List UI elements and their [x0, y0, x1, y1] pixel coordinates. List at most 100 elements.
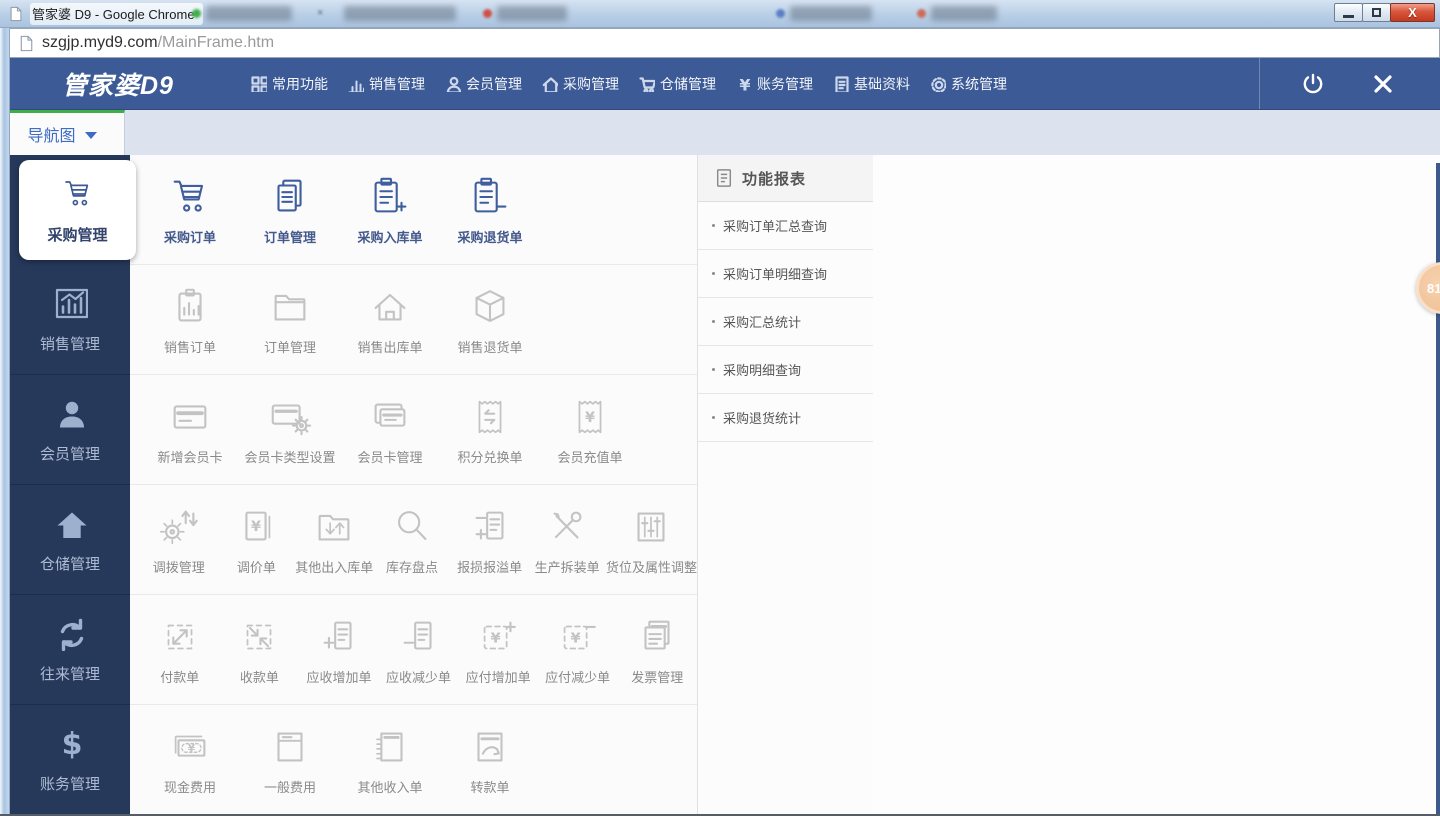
tile-window-box[interactable]: 一般费用 — [240, 724, 340, 796]
chart-icon — [52, 285, 88, 321]
tile-folder-arrows[interactable]: 其他出入库单 — [295, 504, 373, 576]
tile-box-arrow[interactable]: 转款单 — [440, 724, 540, 796]
cards-icon — [367, 394, 413, 440]
report-item[interactable]: 采购退货统计 — [698, 394, 873, 442]
maximize-icon — [1372, 8, 1381, 17]
tile-arrows-out[interactable]: 付款单 — [140, 614, 220, 686]
tile-card[interactable]: 新增会员卡 — [140, 394, 240, 466]
reports-panel: 功能报表 采购订单汇总查询采购订单明细查询采购汇总统计采购明细查询采购退货统计 — [697, 155, 873, 816]
tile-magnifier[interactable]: 库存盘点 — [373, 504, 451, 576]
sidebar-item-dollar[interactable]: $账务管理 — [10, 705, 130, 815]
background-tab — [497, 6, 567, 21]
nav-item-doc[interactable]: 基础资料 — [830, 68, 912, 100]
svg-text:¥: ¥ — [188, 743, 196, 755]
nav-item-home[interactable]: 采购管理 — [539, 68, 621, 100]
tile-receipt-yen[interactable]: ¥会员充值单 — [540, 394, 640, 466]
tile-docs[interactable]: 订单管理 — [240, 174, 340, 246]
background-tab — [931, 6, 997, 21]
tile-label: 订单管理 — [264, 337, 316, 356]
tile-yenbox-minus[interactable]: ¥应付减少单 — [538, 614, 618, 686]
tile-row-2: 销售订单订单管理 销售出库单销售退货单 — [130, 265, 697, 375]
tile-clipboard-plus[interactable]: 采购入库单 — [340, 174, 440, 246]
background-tab — [344, 6, 456, 21]
tile-cart[interactable]: 采购订单 — [140, 174, 240, 246]
tile-banknote[interactable]: ¥现金费用 — [140, 724, 240, 796]
tab-navigation-map[interactable]: 导航图 — [0, 110, 125, 155]
tile-house[interactable]: 销售出库单 — [340, 284, 440, 356]
yenbox-minus-icon: ¥ — [555, 614, 601, 660]
cube-icon — [467, 284, 513, 330]
tile-notebook[interactable]: 其他收入单 — [340, 724, 440, 796]
svg-text:¥: ¥ — [251, 518, 261, 534]
report-item[interactable]: 采购订单明细查询 — [698, 250, 873, 298]
header-actions — [1259, 58, 1440, 109]
maximize-button[interactable] — [1362, 3, 1391, 22]
doc-plus-icon — [316, 614, 362, 660]
nav-item-gear[interactable]: 系统管理 — [927, 68, 1009, 100]
report-item[interactable]: 采购明细查询 — [698, 346, 873, 394]
close-app-button[interactable] — [1370, 71, 1396, 97]
background-tab — [790, 6, 872, 21]
nav-item-yen[interactable]: ¥账务管理 — [733, 68, 815, 100]
tile-receipt-swap[interactable]: 积分兑换单 — [440, 394, 540, 466]
power-icon — [1301, 72, 1325, 96]
close-icon: X — [1408, 5, 1417, 20]
sliders-icon — [628, 504, 674, 550]
tile-label: 收款单 — [240, 667, 279, 686]
svg-text:¥: ¥ — [491, 630, 501, 646]
tile-label: 采购退货单 — [457, 227, 522, 246]
report-item-label: 采购订单明细查询 — [723, 264, 827, 283]
nav-item-person[interactable]: 会员管理 — [442, 68, 524, 100]
report-item[interactable]: 采购汇总统计 — [698, 298, 873, 346]
tile-cards[interactable]: 会员卡管理 — [340, 394, 440, 466]
receipt-swap-icon — [467, 394, 513, 440]
tile-doc-plusminus[interactable]: 报损报溢单 — [451, 504, 529, 576]
minimize-button[interactable] — [1334, 3, 1363, 22]
tile-doc-plus[interactable]: 应收增加单 — [299, 614, 379, 686]
nav-item-cart-s[interactable]: 仓储管理 — [636, 68, 718, 100]
report-item[interactable]: 采购订单汇总查询 — [698, 202, 873, 250]
tile-invoice[interactable]: 发票管理 — [617, 614, 697, 686]
report-item-label: 采购明细查询 — [723, 360, 801, 379]
tile-gear-arrows[interactable]: 调拨管理 — [140, 504, 218, 576]
tile-label: 新增会员卡 — [157, 447, 222, 466]
tile-clipboard-chart[interactable]: 销售订单 — [140, 284, 240, 356]
tile-card-gear[interactable]: 会员卡类型设置 — [240, 394, 340, 466]
tile-row-6: ¥现金费用一般费用其他收入单转款单 — [130, 705, 697, 815]
receipt-yen-icon: ¥ — [567, 394, 613, 440]
tile-yenbox-plus[interactable]: ¥应付增加单 — [458, 614, 538, 686]
sidebar-item-warehouse[interactable]: 仓储管理 — [10, 485, 130, 595]
tile-folder[interactable]: 订单管理 — [240, 284, 340, 356]
cart-icon — [167, 174, 213, 220]
module-sidebar: 采购管理销售管理会员管理仓储管理往来管理$账务管理 — [10, 155, 130, 816]
warehouse-icon — [52, 505, 88, 541]
address-bar[interactable]: szgjp.myd9.com/MainFrame.htm — [10, 28, 1440, 58]
right-gap — [873, 155, 1440, 816]
nav-item-grid[interactable]: 常用功能 — [248, 68, 330, 100]
tile-row-4: 调拨管理 ¥ 调价单其他出入库单库存盘点报损报溢单生产拆装单货位及属性调整 — [130, 485, 697, 595]
notebook-icon — [367, 724, 413, 770]
nav-item-barchart[interactable]: 销售管理 — [345, 68, 427, 100]
tile-label: 应收减少单 — [386, 667, 451, 686]
barchart-icon — [347, 75, 364, 92]
tile-arrows-in[interactable]: 收款单 — [220, 614, 300, 686]
tile-doc-yen[interactable]: ¥ 调价单 — [218, 504, 296, 576]
chevron-down-icon — [85, 132, 97, 139]
app-header: 管家婆D9 常用功能销售管理会员管理采购管理仓储管理¥账务管理基础资料系统管理 — [0, 58, 1440, 110]
sidebar-item-sync[interactable]: 往来管理 — [10, 595, 130, 705]
nav-item-label: 会员管理 — [466, 74, 522, 94]
power-button[interactable] — [1300, 71, 1326, 97]
sidebar-item-member[interactable]: 会员管理 — [10, 375, 130, 485]
sidebar-item-chart[interactable]: 销售管理 — [10, 265, 130, 375]
tile-tools[interactable]: 生产拆装单 — [528, 504, 606, 576]
tile-clipboard-minus[interactable]: 采购退货单 — [440, 174, 540, 246]
tile-sliders[interactable]: 货位及属性调整 — [606, 504, 697, 576]
doc-icon — [832, 75, 849, 92]
tile-cube[interactable]: 销售退货单 — [440, 284, 540, 356]
sidebar-item-cart[interactable]: 采购管理 — [19, 160, 136, 260]
background-tab-favicon — [917, 9, 926, 18]
house-icon — [367, 284, 413, 330]
tile-label: 调价单 — [237, 557, 276, 576]
close-window-button[interactable]: X — [1390, 3, 1435, 22]
tile-doc-minus[interactable]: 应收减少单 — [379, 614, 459, 686]
